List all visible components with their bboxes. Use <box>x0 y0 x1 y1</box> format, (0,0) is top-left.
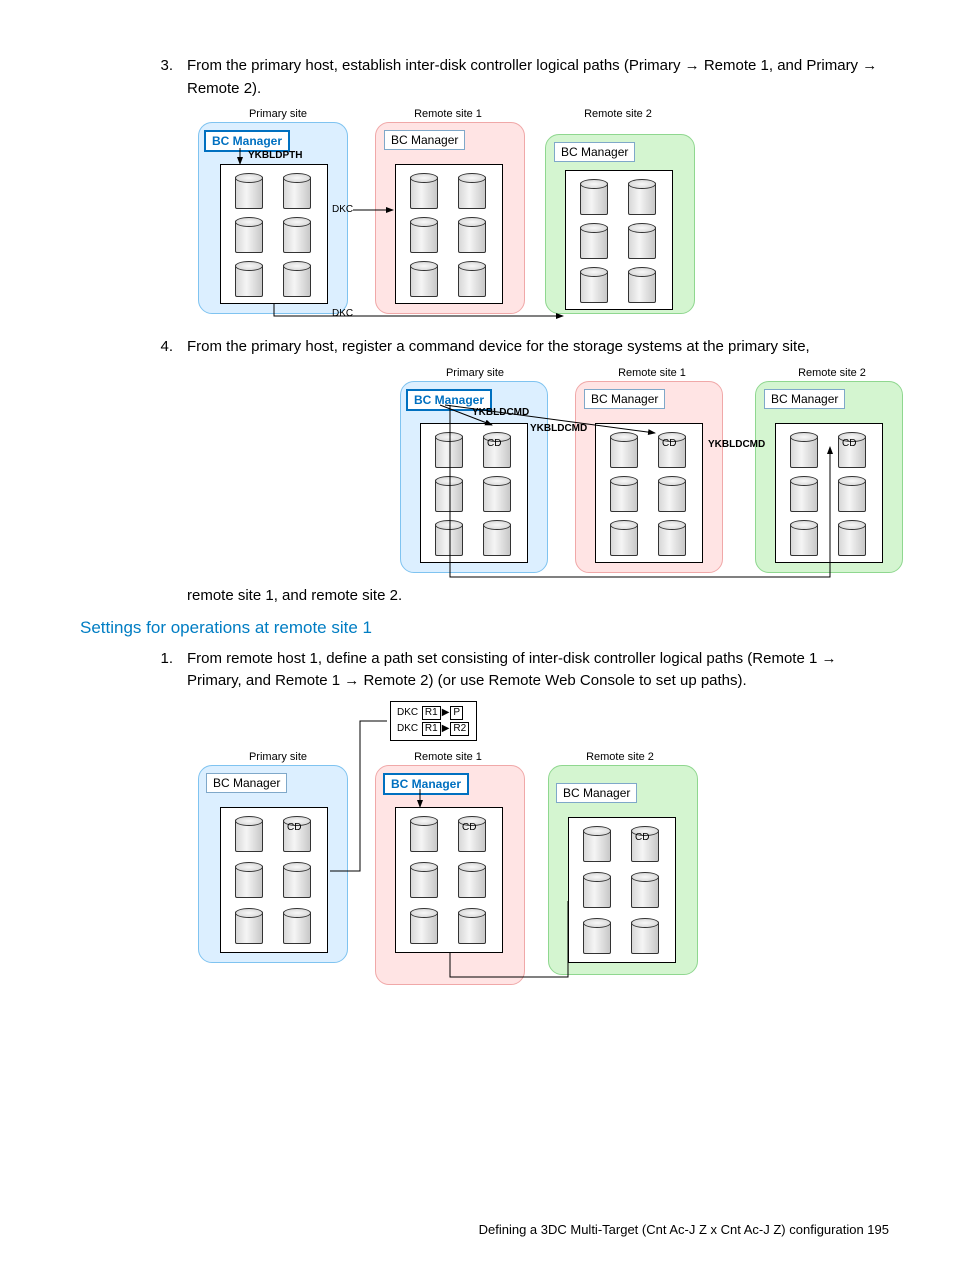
page-footer: Defining a 3DC Multi-Target (Cnt Ac-J Z … <box>479 1222 889 1237</box>
label-primary: Primary site <box>238 108 318 120</box>
step-4: 4. From the primary host, register a com… <box>152 336 889 359</box>
d2-cd-p: CD <box>487 438 501 449</box>
step-4-number: 4. <box>152 336 187 359</box>
array-primary <box>220 164 328 304</box>
d2-cd-r2: CD <box>842 438 856 449</box>
step-b1-number: 1. <box>152 648 187 693</box>
d2-yk3: YKBLDCMD <box>708 439 765 450</box>
d3-label-remote2: Remote site 2 <box>580 751 660 763</box>
d3-cd-r1: CD <box>462 822 476 833</box>
route-legend: DKC R1▶P DKC R1▶R2 <box>390 701 477 741</box>
bcm-remote2: BC Manager <box>554 142 635 162</box>
d3-cd-p: CD <box>287 822 301 833</box>
step-3-number: 3. <box>152 55 187 100</box>
d3-array-p: CD <box>220 807 328 953</box>
d2-label-primary: Primary site <box>440 367 510 379</box>
d3-bcm-remote2: BC Manager <box>556 783 637 803</box>
d2-yk1: YKBLDCMD <box>472 407 529 418</box>
step-3-text: From the primary host, establish inter-d… <box>187 55 889 100</box>
step-4-continued: remote site 1, and remote site 2. <box>187 587 889 604</box>
diagram-1: Primary site Remote site 1 Remote site 2… <box>180 108 889 328</box>
d2-label-remote2: Remote site 2 <box>792 367 872 379</box>
d3-bcm-remote1: BC Manager <box>383 773 469 795</box>
bcm-primary: BC Manager <box>204 130 290 152</box>
label-remote1: Remote site 1 <box>408 108 488 120</box>
step-3: 3. From the primary host, establish inte… <box>152 55 889 100</box>
d3-cd-r2: CD <box>635 832 649 843</box>
d2-array-r1: CD <box>595 423 703 563</box>
diagram-2: Primary site Remote site 1 Remote site 2… <box>400 367 889 583</box>
step-4-text: From the primary host, register a comman… <box>187 336 889 359</box>
d2-bcm-remote2: BC Manager <box>764 389 845 409</box>
step-b1-text: From remote host 1, define a path set co… <box>187 648 889 693</box>
dkc-1: DKC <box>332 204 353 215</box>
d2-bcm-remote1: BC Manager <box>584 389 665 409</box>
bcm-remote1: BC Manager <box>384 130 465 150</box>
d2-label-remote1: Remote site 1 <box>612 367 692 379</box>
d3-label-primary: Primary site <box>238 751 318 763</box>
d2-yk2: YKBLDCMD <box>530 423 587 434</box>
d3-label-remote1: Remote site 1 <box>408 751 488 763</box>
step-b1: 1. From remote host 1, define a path set… <box>152 648 889 693</box>
d3-bcm-primary: BC Manager <box>206 773 287 793</box>
array-remote1 <box>395 164 503 304</box>
d2-array-p: CD <box>420 423 528 563</box>
d2-array-r2: CD <box>775 423 883 563</box>
label-ykbldpth: YKBLDPTH <box>248 150 302 161</box>
d2-cd-r1: CD <box>662 438 676 449</box>
diagram-3: DKC R1▶P DKC R1▶R2 Primary site Remote s… <box>180 701 889 991</box>
array-remote2 <box>565 170 673 310</box>
label-remote2: Remote site 2 <box>578 108 658 120</box>
section-heading: Settings for operations at remote site 1 <box>80 618 889 638</box>
dkc-2: DKC <box>332 308 353 319</box>
d3-array-r2: CD <box>568 817 676 963</box>
d3-array-r1: CD <box>395 807 503 953</box>
